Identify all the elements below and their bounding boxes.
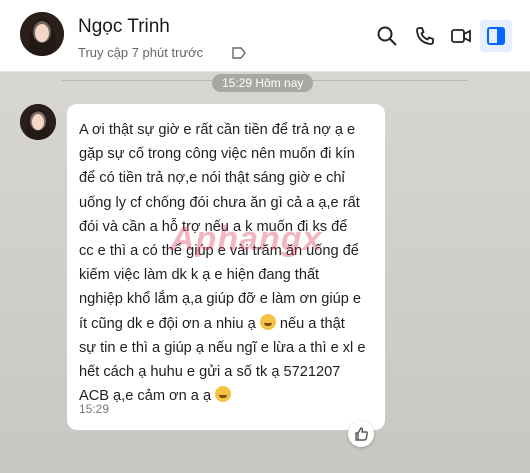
crying-emoji-icon [215, 386, 232, 403]
message-line: để có tiền trả nợ,e nói thật sáng giờ e … [79, 170, 345, 187]
message-line: sự tin e thì a giúp ạ nếu ngĩ e lừa a th… [79, 339, 366, 356]
video-icon[interactable] [450, 25, 472, 47]
react-button[interactable] [348, 421, 374, 447]
date-divider: 15:29 Hôm nay [212, 74, 314, 92]
message-line: nghiệp khổ lắm ạ,a giúp đỡ e làm ơn giúp… [79, 291, 362, 308]
contact-name: Ngọc Trinh [78, 16, 170, 37]
message-line: gặp sự cố trong công việc nên muốn đi kí… [79, 146, 355, 163]
sender-avatar[interactable] [20, 104, 56, 140]
message-line: ít cũng dk e đội ơn a nhiu ạ nếu a thật [79, 312, 373, 336]
message-line-part: nếu a thật [279, 315, 345, 332]
watermark: Aphangx [170, 220, 323, 258]
tag-icon[interactable] [232, 46, 246, 64]
message-line-part: ít cũng dk e đội ơn a nhiu ạ [79, 315, 256, 332]
search-icon[interactable] [376, 25, 398, 47]
phone-icon[interactable] [414, 25, 436, 47]
message-line: ACB ạ,e cảm ơn a ạ [79, 384, 373, 408]
chat-header: Ngọc Trinh Truy cập 7 phút trước [0, 0, 530, 72]
message-line: hết cách ạ huhu e gửi a số tk ạ 5721207 [79, 364, 341, 381]
message-line: kiếm việc làm dk k ạ e hiện đang thất [79, 267, 320, 284]
thumbs-up-icon [355, 427, 368, 441]
message-line: A ơi thật sự giờ e rất cần tiền để trả n… [79, 122, 356, 138]
message-line: uống ly cf chống đói chưa ăn gì cả a ạ,e… [79, 194, 360, 211]
last-seen-status: Truy cập 7 phút trước [78, 45, 204, 60]
crying-emoji-icon [259, 313, 276, 330]
message-time: 15:29 [79, 402, 110, 416]
chat-area: 15:29 Hôm nay A ơi thật sự giờ e rất cần… [0, 72, 530, 473]
message-bubble[interactable]: A ơi thật sự giờ e rất cần tiền để trả n… [67, 104, 385, 430]
contact-avatar[interactable] [20, 12, 64, 56]
sidebar-toggle-icon[interactable] [480, 20, 512, 52]
message-text: A ơi thật sự giờ e rất cần tiền để trả n… [79, 118, 373, 408]
